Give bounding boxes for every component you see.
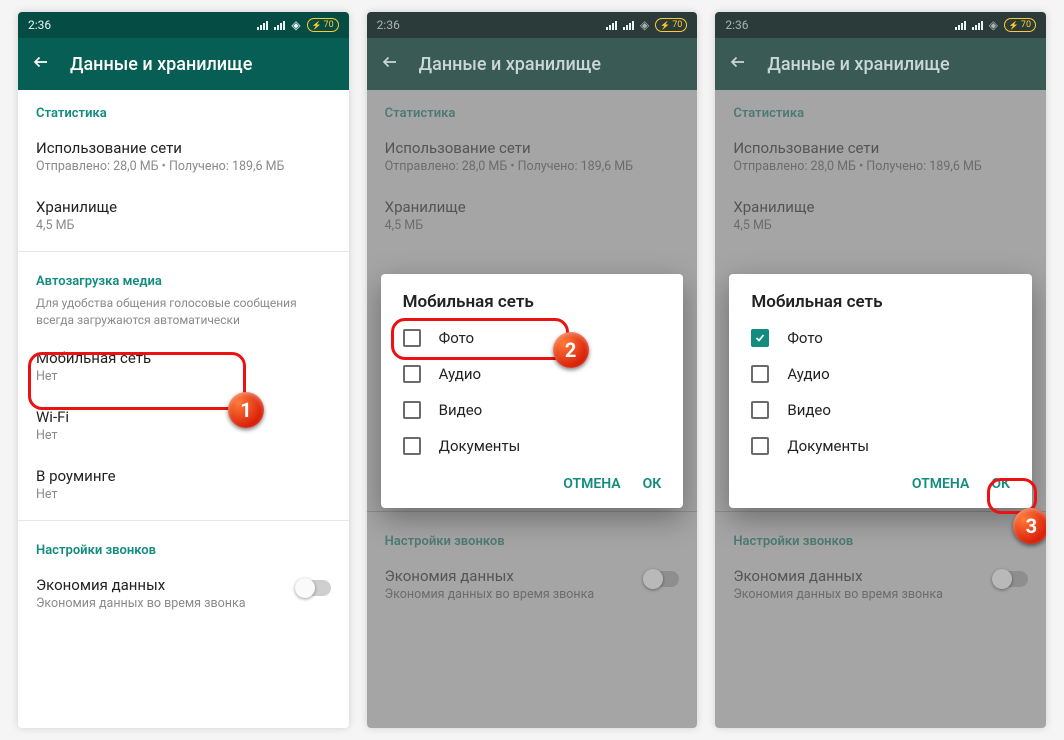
dialog-mobile-data: Мобильная сеть Фото Аудио Видео Документ… (381, 274, 684, 508)
checkbox-icon[interactable] (403, 437, 421, 455)
option-audio[interactable]: Аудио (389, 356, 676, 392)
ok-button[interactable]: ОК (991, 476, 1010, 492)
back-icon[interactable] (381, 53, 399, 76)
page-title: Данные и хранилище (767, 54, 949, 75)
item-low-data: Экономия данных Экономия данных во время… (367, 555, 698, 614)
dialog-title: Мобильная сеть (737, 292, 1024, 320)
app-bar: Данные и хранилище (367, 38, 698, 90)
section-header-autodl: Автозагрузка медиа (18, 258, 349, 295)
settings-content: Статистика Использование сети Отправлено… (18, 90, 349, 728)
section-header-stats: Статистика (367, 90, 698, 127)
option-documents[interactable]: Документы (737, 428, 1024, 464)
back-icon[interactable] (32, 53, 50, 76)
app-bar: Данные и хранилище (715, 38, 1046, 90)
cancel-button[interactable]: ОТМЕНА (912, 476, 969, 492)
option-photo[interactable]: Фото (389, 320, 676, 356)
status-bar: 2:36 ◈ 70 (18, 12, 349, 38)
wifi-icon: ◈ (640, 18, 649, 32)
item-mobile-data[interactable]: Мобильная сеть Нет (18, 337, 349, 396)
signal-icon (257, 21, 268, 30)
status-bar: 2:36 ◈ 70 (715, 12, 1046, 38)
dialog-mobile-data: Мобильная сеть Фото Аудио Видео Документ… (729, 274, 1032, 508)
option-audio[interactable]: Аудио (737, 356, 1024, 392)
section-header-stats: Статистика (715, 90, 1046, 127)
switch-low-data (994, 571, 1028, 587)
phone-screenshot-1: 2:36 ◈ 70 Данные и хранилище Статистика … (18, 12, 349, 728)
wifi-icon: ◈ (989, 18, 998, 32)
wifi-icon: ◈ (291, 18, 300, 32)
checkbox-icon[interactable] (403, 401, 421, 419)
ok-button[interactable]: ОК (643, 476, 662, 492)
option-video[interactable]: Видео (389, 392, 676, 428)
item-storage: Хранилище 4,5 МБ (367, 186, 698, 245)
status-bar: 2:36 ◈ 70 (367, 12, 698, 38)
signal-icon (274, 21, 285, 30)
option-photo[interactable]: Фото (737, 320, 1024, 356)
signal-icon (623, 21, 634, 30)
status-time: 2:36 (28, 18, 51, 32)
phone-screenshot-3: 2:36 ◈ 70 Данные и хранилище Статистика … (715, 12, 1046, 728)
app-bar: Данные и хранилище (18, 38, 349, 90)
item-network-usage: Использование сети Отправлено: 28,0 МБ •… (367, 127, 698, 186)
item-storage[interactable]: Хранилище 4,5 МБ (18, 186, 349, 245)
checkbox-icon[interactable] (751, 329, 769, 347)
divider (715, 511, 1046, 512)
section-header-calls: Настройки звонков (18, 527, 349, 564)
divider (18, 520, 349, 521)
phone-screenshot-2: 2:36 ◈ 70 Данные и хранилище Статистика … (367, 12, 698, 728)
checkbox-icon[interactable] (751, 437, 769, 455)
item-network-usage: Использование сети Отправлено: 28,0 МБ •… (715, 127, 1046, 186)
signal-icon (955, 21, 966, 30)
switch-low-data[interactable] (297, 580, 331, 596)
status-time: 2:36 (725, 18, 748, 32)
item-low-data: Экономия данных Экономия данных во время… (715, 555, 1046, 614)
item-wifi[interactable]: Wi-Fi Нет (18, 396, 349, 455)
page-title: Данные и хранилище (70, 54, 252, 75)
battery-icon: 70 (1004, 18, 1036, 32)
section-header-calls: Настройки звонков (715, 518, 1046, 555)
section-header-stats: Статистика (18, 90, 349, 127)
signal-icon (606, 21, 617, 30)
item-storage: Хранилище 4,5 МБ (715, 186, 1046, 245)
item-low-data[interactable]: Экономия данных Экономия данных во время… (18, 564, 349, 623)
section-note-autodl: Для удобства общения голосовые сообщения… (18, 295, 349, 337)
checkbox-icon[interactable] (751, 401, 769, 419)
item-roaming[interactable]: В роуминге Нет (18, 455, 349, 514)
item-network-usage[interactable]: Использование сети Отправлено: 28,0 МБ •… (18, 127, 349, 186)
checkbox-icon[interactable] (403, 365, 421, 383)
cancel-button[interactable]: ОТМЕНА (563, 476, 620, 492)
signal-icon (972, 21, 983, 30)
divider (18, 251, 349, 252)
battery-icon: 70 (655, 18, 687, 32)
checkbox-icon[interactable] (403, 329, 421, 347)
status-time: 2:36 (377, 18, 400, 32)
page-title: Данные и хранилище (419, 54, 601, 75)
option-documents[interactable]: Документы (389, 428, 676, 464)
dialog-title: Мобильная сеть (389, 292, 676, 320)
divider (367, 511, 698, 512)
battery-icon: 70 (307, 18, 339, 32)
back-icon[interactable] (729, 53, 747, 76)
section-header-calls: Настройки звонков (367, 518, 698, 555)
switch-low-data (645, 571, 679, 587)
option-video[interactable]: Видео (737, 392, 1024, 428)
checkbox-icon[interactable] (751, 365, 769, 383)
